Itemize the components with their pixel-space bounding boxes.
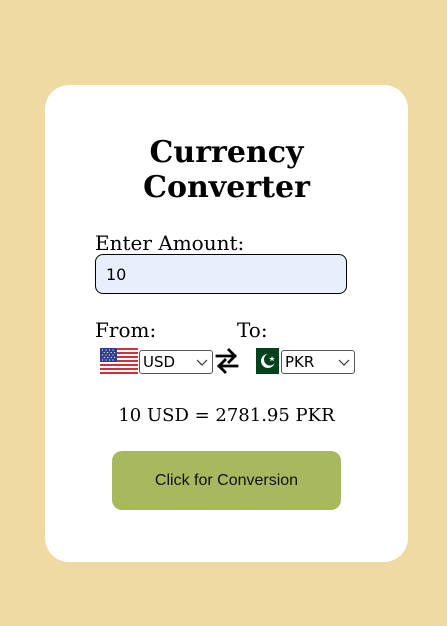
page-title: Currency Converter bbox=[45, 135, 408, 205]
title-word-2: Converter bbox=[143, 170, 310, 205]
chevron-down-icon bbox=[338, 359, 350, 366]
chevron-down-icon bbox=[196, 359, 208, 366]
conversion-result: 10 USD = 2781.95 PKR bbox=[118, 405, 335, 426]
converter-card: Currency Converter Enter Amount: From: T… bbox=[45, 85, 408, 562]
pk-flag-icon bbox=[251, 348, 279, 374]
us-flag-icon bbox=[100, 348, 138, 374]
from-currency-value: USD bbox=[143, 353, 176, 371]
from-currency-select[interactable]: USD bbox=[139, 350, 213, 374]
to-label: To: bbox=[237, 318, 268, 342]
to-currency-value: PKR bbox=[285, 353, 315, 371]
amount-label: Enter Amount: bbox=[95, 231, 245, 255]
title-word-1: Currency bbox=[149, 135, 304, 170]
amount-input[interactable] bbox=[95, 254, 347, 294]
swap-arrows-icon[interactable] bbox=[215, 347, 239, 375]
to-currency-select[interactable]: PKR bbox=[281, 350, 355, 374]
convert-button[interactable]: Click for Conversion bbox=[112, 451, 341, 510]
from-label: From: bbox=[95, 318, 157, 342]
